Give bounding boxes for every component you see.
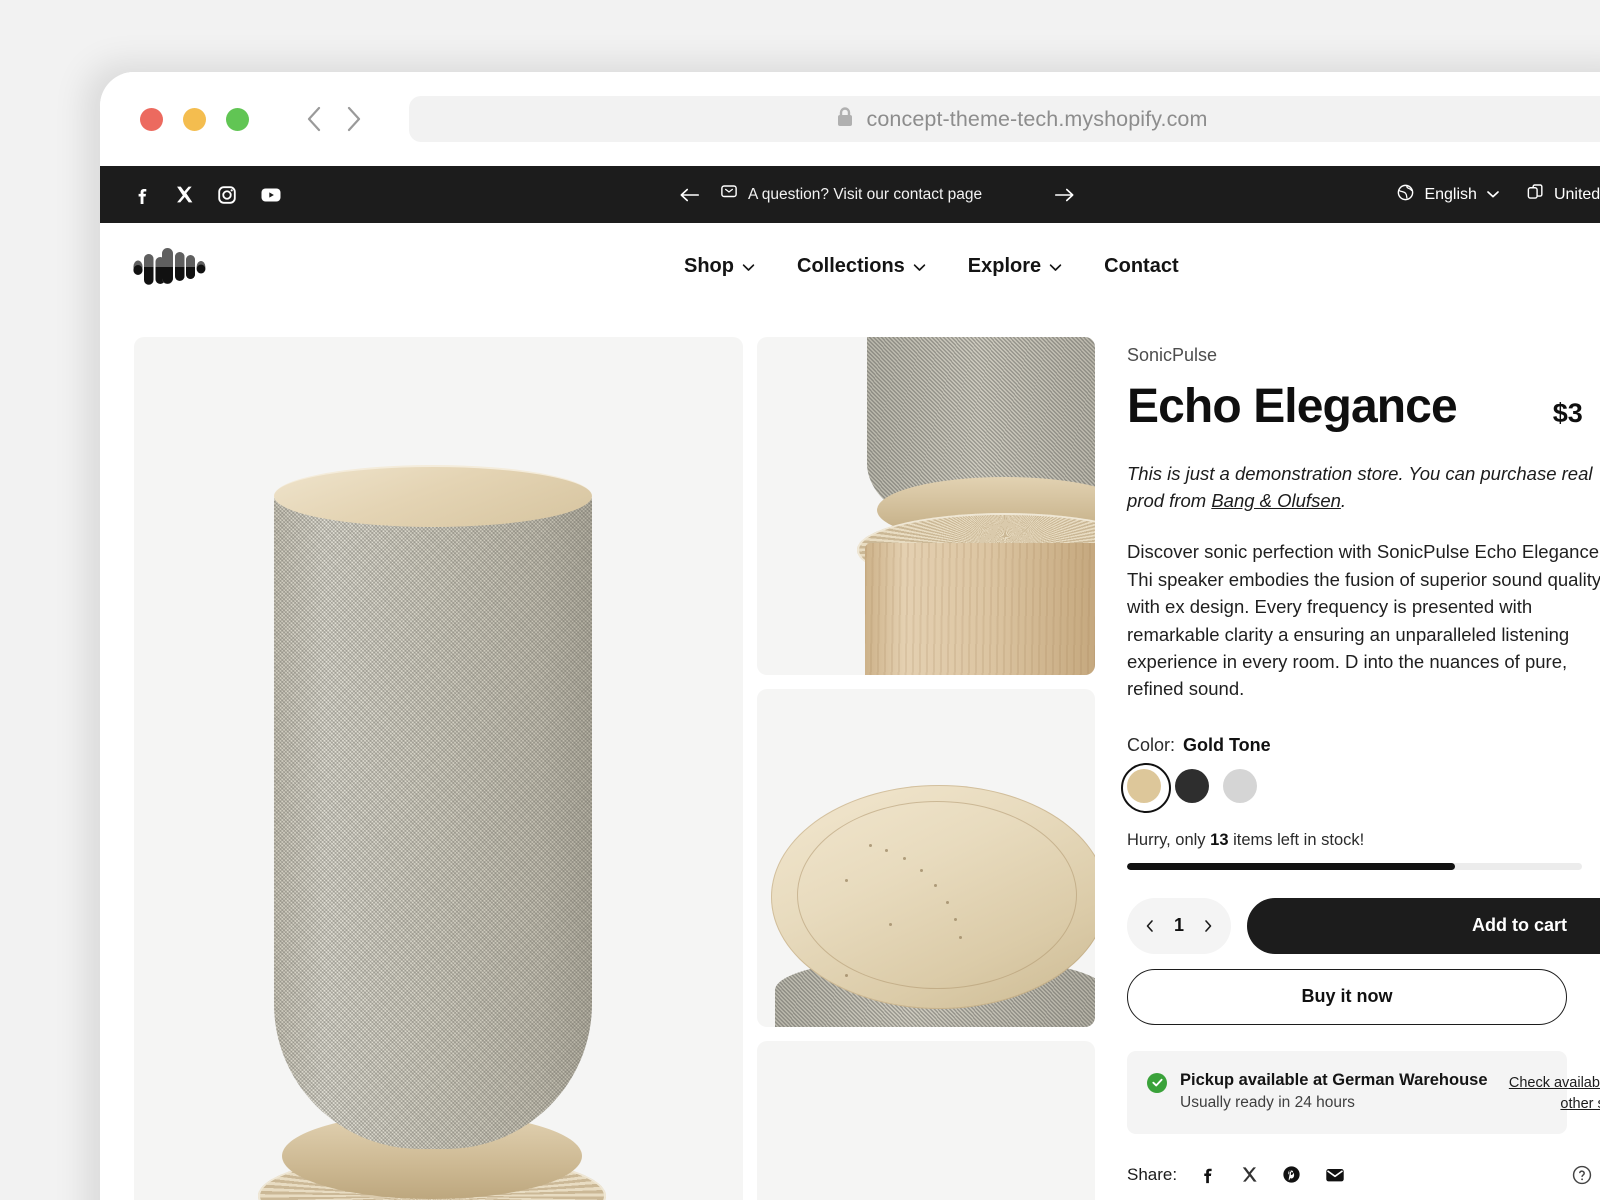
- chevron-right-icon[interactable]: [341, 102, 367, 136]
- browser-window: concept-theme-tech.myshopify.com: [100, 72, 1600, 1200]
- product-main-image[interactable]: [134, 337, 743, 1200]
- purchase-row: 1 Add to cart: [1127, 898, 1600, 954]
- demo-note-period: .: [1341, 490, 1346, 511]
- announcement-carousel: A question? Visit our contact page: [660, 183, 1094, 206]
- add-to-cart-button[interactable]: Add to cart: [1247, 898, 1600, 954]
- site-header: Shop Collections Explore Contact: [100, 223, 1600, 309]
- stock-message: Hurry, only 13 items left in stock!: [1127, 831, 1600, 850]
- announcement-prev-button[interactable]: [660, 187, 720, 203]
- facebook-icon[interactable]: [131, 184, 153, 206]
- pickup-title: Pickup available at German Warehouse: [1180, 1071, 1488, 1090]
- nav-item-shop[interactable]: Shop: [684, 255, 755, 278]
- stock-progress-fill: [1127, 863, 1455, 870]
- youtube-icon[interactable]: [259, 183, 283, 207]
- demo-note-from: from: [1169, 490, 1211, 511]
- pickup-text-block: Pickup available at German Warehouse Usu…: [1180, 1071, 1488, 1112]
- quantity-increase-button[interactable]: [1202, 919, 1214, 933]
- color-option-label: Color:: [1127, 735, 1175, 756]
- product-vendor: SonicPulse: [1127, 345, 1600, 366]
- maximize-window-button[interactable]: [226, 108, 249, 131]
- lock-icon: [836, 106, 854, 133]
- check-circle-icon: [1147, 1073, 1167, 1093]
- minimize-window-button[interactable]: [183, 108, 206, 131]
- url-text: concept-theme-tech.myshopify.com: [867, 107, 1208, 132]
- stock-prefix: Hurry, only: [1127, 831, 1210, 849]
- nav-item-contact[interactable]: Contact: [1104, 255, 1178, 278]
- pickup-availability: Pickup available at German Warehouse Usu…: [1127, 1051, 1567, 1134]
- stock-progress-bar: [1127, 863, 1582, 870]
- help-circle-icon[interactable]: [1571, 1164, 1593, 1191]
- share-row: Share:: [1127, 1164, 1567, 1186]
- buy-it-now-button[interactable]: Buy it now: [1127, 969, 1567, 1025]
- chevron-down-icon: [1486, 186, 1500, 204]
- address-bar[interactable]: concept-theme-tech.myshopify.com: [409, 96, 1600, 142]
- product-price: $3: [1553, 398, 1583, 429]
- language-label: English: [1424, 186, 1476, 204]
- color-option-row: Color: Gold Tone: [1127, 735, 1600, 756]
- announcement-next-button[interactable]: [1034, 187, 1094, 203]
- social-links: [131, 183, 283, 207]
- share-icons: [1197, 1164, 1346, 1186]
- x-twitter-icon[interactable]: [174, 184, 195, 205]
- browser-toolbar: concept-theme-tech.myshopify.com: [100, 72, 1600, 166]
- navigation-arrows: [301, 102, 367, 136]
- currency-icon: [1526, 183, 1545, 207]
- quantity-decrease-button[interactable]: [1144, 919, 1156, 933]
- pinterest-icon[interactable]: [1281, 1164, 1302, 1185]
- country-selector[interactable]: United States: [1526, 183, 1600, 207]
- product-thumbnail[interactable]: [757, 337, 1095, 675]
- chevron-down-icon: [742, 255, 755, 278]
- color-option-value: Gold Tone: [1183, 735, 1271, 756]
- instagram-icon[interactable]: [216, 184, 238, 206]
- search-icon[interactable]: [1596, 246, 1600, 286]
- nav-label: Shop: [684, 255, 734, 278]
- x-twitter-icon[interactable]: [1240, 1165, 1259, 1184]
- pickup-subtitle: Usually ready in 24 hours: [1180, 1094, 1488, 1112]
- product-thumbnail[interactable]: [757, 689, 1095, 1027]
- close-window-button[interactable]: [140, 108, 163, 131]
- stock-count: 13: [1210, 831, 1228, 849]
- chevron-down-icon: [1049, 255, 1062, 278]
- product-info: SonicPulse Echo Elegance $3 This is just…: [1109, 337, 1600, 1200]
- quantity-stepper[interactable]: 1: [1127, 898, 1231, 954]
- nav-item-explore[interactable]: Explore: [968, 255, 1062, 278]
- localization-controls: English United States: [1396, 166, 1600, 223]
- chat-bubble-icon: [720, 183, 738, 206]
- product-title-row: Echo Elegance $3: [1127, 382, 1600, 432]
- chevron-left-icon[interactable]: [301, 102, 327, 136]
- window-controls: [140, 108, 249, 131]
- share-label: Share:: [1127, 1165, 1177, 1185]
- product-section: SonicPulse Echo Elegance $3 This is just…: [100, 309, 1600, 1200]
- announcement-message[interactable]: A question? Visit our contact page: [720, 183, 982, 206]
- facebook-icon[interactable]: [1197, 1164, 1218, 1185]
- announcement-bar: A question? Visit our contact page Engli…: [100, 166, 1600, 223]
- swatch-black-anthracite[interactable]: [1175, 769, 1209, 803]
- product-thumbnail-column: [757, 337, 1095, 1200]
- stock-suffix: items left in stock!: [1229, 831, 1365, 849]
- product-title: Echo Elegance: [1127, 382, 1457, 432]
- check-availability-link[interactable]: Check availability at other stores: [1487, 1073, 1600, 1117]
- product-description: Discover sonic perfection with SonicPuls…: [1127, 538, 1600, 702]
- main-navigation: Shop Collections Explore Contact: [684, 255, 1179, 278]
- nav-item-collections[interactable]: Collections: [797, 255, 926, 278]
- sonicpulse-logo[interactable]: [131, 238, 207, 294]
- nav-label: Contact: [1104, 255, 1178, 278]
- country-label: United States: [1554, 186, 1600, 204]
- quantity-value: 1: [1174, 915, 1184, 936]
- swatch-gold-tone[interactable]: [1127, 769, 1161, 803]
- product-thumbnail[interactable]: [757, 1041, 1095, 1200]
- nav-label: Explore: [968, 255, 1041, 278]
- demo-store-note: This is just a demonstration store. You …: [1127, 460, 1597, 514]
- globe-icon: [1396, 183, 1415, 207]
- chevron-down-icon: [913, 255, 926, 278]
- email-icon[interactable]: [1324, 1164, 1346, 1186]
- swatch-natural-grey[interactable]: [1223, 769, 1257, 803]
- language-selector[interactable]: English: [1396, 183, 1499, 207]
- bang-olufsen-link[interactable]: Bang & Olufsen: [1211, 490, 1341, 511]
- color-swatches: [1127, 769, 1600, 803]
- nav-label: Collections: [797, 255, 905, 278]
- announcement-text: A question? Visit our contact page: [748, 186, 982, 204]
